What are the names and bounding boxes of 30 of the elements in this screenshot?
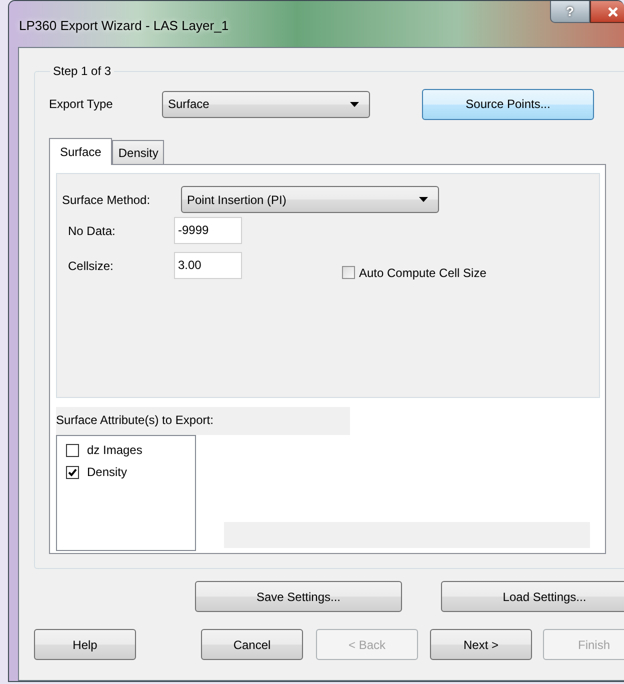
- input-field[interactable]: 3.00: [174, 252, 242, 279]
- surface-method-dropdown[interactable]: Point Insertion (PI): [181, 186, 439, 213]
- dropdown-arrow-icon: [419, 197, 428, 202]
- field-label: Export Type: [49, 97, 114, 111]
- checkbox[interactable]: [66, 466, 79, 478]
- tab[interactable]: Surface: [49, 138, 112, 165]
- dialog-button[interactable]: Save Settings...: [195, 581, 402, 612]
- dropdown-arrow-icon: [350, 102, 359, 106]
- dialog-button[interactable]: Next >: [430, 629, 532, 660]
- dropdown-value: Point Insertion (PI): [187, 192, 286, 206]
- tab[interactable]: Density: [112, 140, 164, 164]
- group-title: Step 1 of 3: [52, 64, 112, 78]
- section-label: Surface Attribute(s) to Export:: [56, 407, 350, 435]
- source-points-button[interactable]: Source Points...: [422, 88, 594, 120]
- list-item[interactable]: dz Images: [66, 439, 195, 461]
- export-type-dropdown[interactable]: Surface: [162, 90, 370, 118]
- close-button[interactable]: [590, 1, 624, 23]
- field-label: No Data:: [68, 224, 116, 238]
- input-field[interactable]: -9999: [174, 217, 242, 244]
- dialog-button[interactable]: Help: [34, 629, 136, 660]
- checkbox[interactable]: [66, 444, 79, 456]
- dialog-button[interactable]: Load Settings...: [441, 581, 624, 612]
- window-title: LP360 Export Wizard - LAS Layer_1: [18, 16, 229, 32]
- list-item[interactable]: Density: [66, 461, 195, 483]
- checkbox[interactable]: [342, 266, 355, 279]
- dropdown-value: Surface: [168, 97, 210, 111]
- close-icon: [608, 6, 618, 16]
- field-label: Cellsize:: [68, 258, 114, 272]
- dialog-button[interactable]: Cancel: [201, 629, 303, 660]
- field-label: Surface Method:: [62, 192, 152, 206]
